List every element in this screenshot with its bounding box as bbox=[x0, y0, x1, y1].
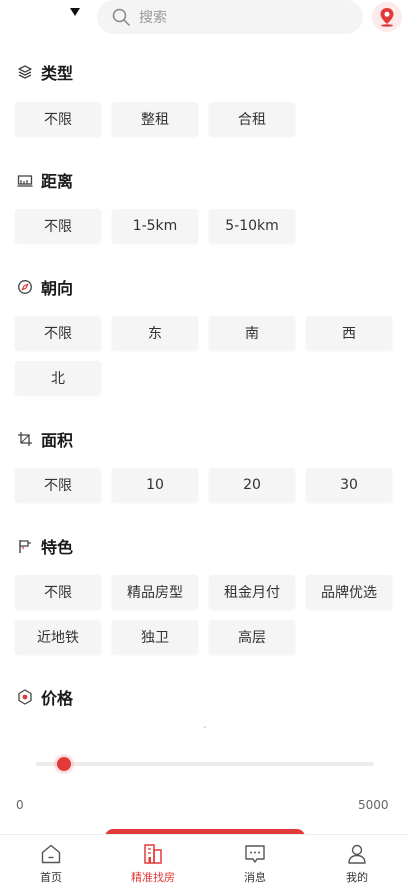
area-option-20[interactable]: 20 bbox=[209, 468, 295, 502]
section-header-type: 类型 bbox=[17, 61, 73, 83]
tab-label-profile: 我的 bbox=[346, 870, 368, 884]
orientation-option-south[interactable]: 南 bbox=[209, 316, 295, 350]
section-header-distance: 距离 bbox=[17, 169, 73, 191]
search-input[interactable]: 搜索 bbox=[139, 7, 167, 27]
message-icon bbox=[245, 844, 265, 863]
area-option-any[interactable]: 不限 bbox=[15, 468, 101, 502]
tab-messages[interactable]: 消息 bbox=[204, 835, 306, 890]
price-slider-track[interactable] bbox=[36, 762, 374, 766]
section-title-type: 类型 bbox=[41, 64, 74, 83]
search-icon bbox=[112, 8, 130, 26]
distance-option-5-10km[interactable]: 5-10km bbox=[209, 209, 295, 243]
feature-option-near-metro[interactable]: 近地铁 bbox=[15, 620, 101, 654]
area-crop-icon bbox=[18, 432, 32, 446]
tab-label-messages: 消息 bbox=[244, 870, 266, 884]
feature-option-high-floor[interactable]: 高层 bbox=[209, 620, 295, 654]
bottom-tab-bar: 首页 精准找房 消息 我的 bbox=[0, 834, 408, 890]
feature-option-monthly-rent[interactable]: 租金月付 bbox=[209, 575, 295, 609]
orientation-option-north[interactable]: 北 bbox=[15, 361, 101, 395]
location-pin-icon bbox=[380, 8, 394, 27]
distance-option-any[interactable]: 不限 bbox=[15, 209, 101, 243]
price-min-label: 0 bbox=[16, 798, 24, 812]
section-title-area: 面积 bbox=[41, 431, 74, 450]
flag-icon bbox=[19, 540, 31, 553]
price-range-separator: - bbox=[203, 722, 207, 733]
tab-label-home: 首页 bbox=[40, 870, 62, 884]
orientation-option-west[interactable]: 西 bbox=[306, 316, 392, 350]
feature-option-brand[interactable]: 品牌优选 bbox=[306, 575, 392, 609]
section-title-price: 价格 bbox=[41, 689, 74, 708]
tab-find-house[interactable]: 精准找房 bbox=[102, 835, 204, 890]
orientation-option-any[interactable]: 不限 bbox=[15, 316, 101, 350]
area-option-30[interactable]: 30 bbox=[306, 468, 392, 502]
section-header-area: 面积 bbox=[17, 428, 73, 450]
caret-down-icon[interactable] bbox=[70, 8, 80, 16]
tab-profile[interactable]: 我的 bbox=[306, 835, 408, 890]
tab-home[interactable]: 首页 bbox=[0, 835, 102, 890]
price-slider-thumb[interactable] bbox=[57, 757, 71, 771]
section-title-features: 特色 bbox=[41, 538, 74, 557]
layers-icon bbox=[18, 65, 32, 79]
search-bar[interactable]: 搜索 bbox=[97, 0, 363, 34]
compass-icon bbox=[18, 280, 32, 294]
section-header-orientation: 朝向 bbox=[17, 276, 73, 298]
type-option-whole[interactable]: 整租 bbox=[112, 102, 198, 136]
section-header-features: 特色 bbox=[17, 535, 73, 557]
feature-option-premium-room[interactable]: 精品房型 bbox=[112, 575, 198, 609]
top-bar: 搜索 bbox=[0, 0, 408, 36]
type-option-shared[interactable]: 合租 bbox=[209, 102, 295, 136]
feature-option-any[interactable]: 不限 bbox=[15, 575, 101, 609]
section-title-orientation: 朝向 bbox=[41, 279, 74, 298]
ruler-icon bbox=[17, 175, 33, 187]
distance-option-1-5km[interactable]: 1-5km bbox=[112, 209, 198, 243]
orientation-option-east[interactable]: 东 bbox=[112, 316, 198, 350]
section-header-price: 价格 bbox=[17, 686, 73, 708]
user-icon bbox=[348, 844, 366, 864]
feature-option-private-bath[interactable]: 独卫 bbox=[112, 620, 198, 654]
type-option-any[interactable]: 不限 bbox=[15, 102, 101, 136]
location-button[interactable] bbox=[372, 2, 402, 32]
price-tag-icon bbox=[18, 689, 32, 705]
area-option-10[interactable]: 10 bbox=[112, 468, 198, 502]
home-icon bbox=[41, 844, 61, 863]
section-title-distance: 距离 bbox=[41, 172, 74, 191]
tab-label-find-house: 精准找房 bbox=[131, 870, 175, 884]
price-max-label: 5000 bbox=[358, 798, 389, 812]
building-icon bbox=[144, 843, 162, 864]
